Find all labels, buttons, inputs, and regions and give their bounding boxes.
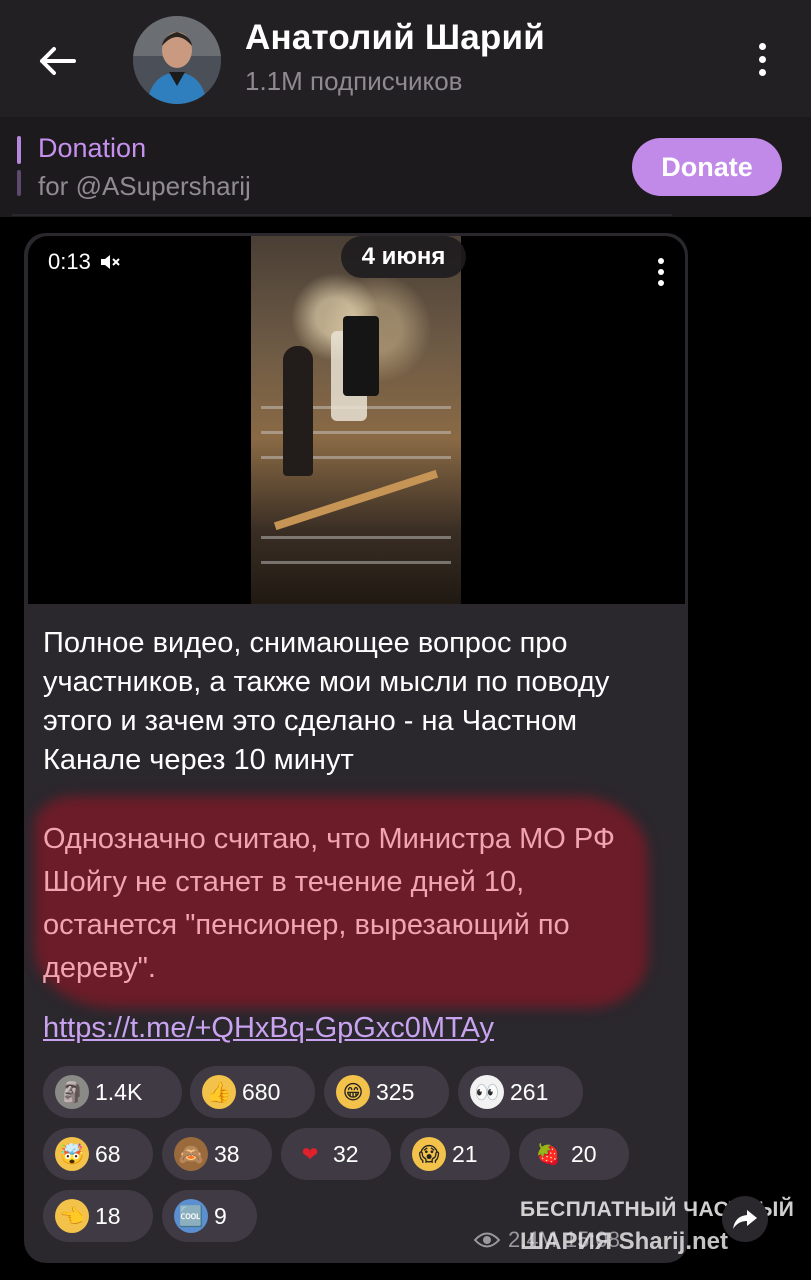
dot (658, 280, 664, 286)
reaction-count: 38 (214, 1140, 240, 1167)
arrow-left-icon (40, 47, 76, 75)
dot (758, 68, 766, 76)
reaction-chip[interactable]: 🙈 38 (162, 1128, 272, 1180)
rail (261, 561, 451, 564)
dot (758, 55, 766, 63)
reaction-count: 18 (95, 1202, 121, 1229)
back-button[interactable] (30, 34, 84, 88)
handrail (273, 469, 439, 531)
reaction-chip[interactable]: 🆒 9 (162, 1190, 257, 1242)
channel-avatar[interactable] (133, 16, 221, 104)
reaction-count: 1.4K (95, 1078, 143, 1105)
pin-indicator (17, 136, 21, 164)
exploding-head-icon: 🤯 (55, 1137, 89, 1171)
see-no-evil-icon: 🙈 (174, 1137, 208, 1171)
reaction-chip[interactable]: 🤯 68 (43, 1128, 153, 1180)
reaction-count: 261 (510, 1078, 549, 1105)
reaction-chip[interactable]: 😱 21 (400, 1128, 510, 1180)
channel-header: Анатолий Шарий 1.1M подписчиков (0, 0, 811, 117)
pointing-hand-icon: 👈 (55, 1199, 89, 1233)
message-text: Полное видео, снимающее вопрос про участ… (43, 627, 610, 776)
video-thumbnail (251, 236, 461, 604)
speaker (343, 316, 379, 396)
reaction-count: 9 (214, 1202, 227, 1229)
moai-icon: 🗿 (55, 1075, 89, 1109)
watermark-text: ШАРИЯ Sharij.net (520, 1228, 728, 1255)
divider (12, 214, 672, 216)
reaction-count: 680 (242, 1078, 281, 1105)
date-badge: 4 июня (341, 236, 466, 278)
duration-label: 0:13 (48, 249, 91, 274)
video-duration: 0:13 (48, 249, 121, 275)
message-highlighted-text: Однозначно считаю, что Министра МО РФ Шо… (43, 823, 615, 984)
donate-button[interactable]: Donate (632, 138, 782, 196)
dot (658, 269, 664, 275)
heart-icon: ❤ (301, 1143, 319, 1166)
thumbs-up-icon: 👍 (202, 1075, 236, 1109)
reaction-chip[interactable]: 😁 325 (324, 1066, 449, 1118)
rail (261, 536, 451, 539)
pinned-title: Donation (38, 133, 147, 163)
subscriber-count: 1.1M подписчиков (245, 66, 463, 96)
eyes-icon: 👀 (470, 1075, 504, 1109)
reaction-chip[interactable]: ❤ 32 (281, 1128, 391, 1180)
eye-icon (474, 1232, 500, 1248)
avatar-photo (133, 16, 221, 104)
pin-indicator (17, 170, 21, 196)
reaction-count: 325 (376, 1078, 415, 1105)
muted-speaker-icon[interactable] (99, 253, 121, 271)
reaction-count: 21 (452, 1140, 478, 1167)
reaction-chip[interactable]: 👍 680 (190, 1066, 315, 1118)
video-menu-button[interactable] (648, 252, 674, 292)
message-link[interactable]: https://t.me/+QHxBq-GpGxc0MTAy (43, 1012, 494, 1045)
person-silhouette (283, 346, 313, 476)
cool-icon: 🆒 (174, 1199, 208, 1233)
dot (758, 42, 766, 50)
reaction-count: 32 (333, 1140, 359, 1167)
reaction-chip[interactable]: 👀 261 (458, 1066, 583, 1118)
reaction-count: 20 (571, 1140, 597, 1167)
reaction-chip[interactable]: 🗿 1.4K (43, 1066, 182, 1118)
scream-icon: 😱 (412, 1137, 446, 1171)
reaction-chip[interactable]: 🍓 20 (519, 1128, 629, 1180)
share-button[interactable] (722, 1196, 768, 1242)
pinned-subtitle: for @ASupersharij (38, 171, 251, 201)
strawberry-icon: 🍓 (535, 1143, 561, 1166)
share-icon (733, 1210, 757, 1229)
grin-icon: 😁 (336, 1075, 370, 1109)
more-menu-button[interactable] (742, 34, 782, 84)
dot (658, 258, 664, 264)
reaction-chip[interactable]: 👈 18 (43, 1190, 153, 1242)
reaction-count: 68 (95, 1140, 121, 1167)
video-player[interactable] (28, 236, 685, 604)
channel-title[interactable]: Анатолий Шарий (245, 18, 545, 58)
